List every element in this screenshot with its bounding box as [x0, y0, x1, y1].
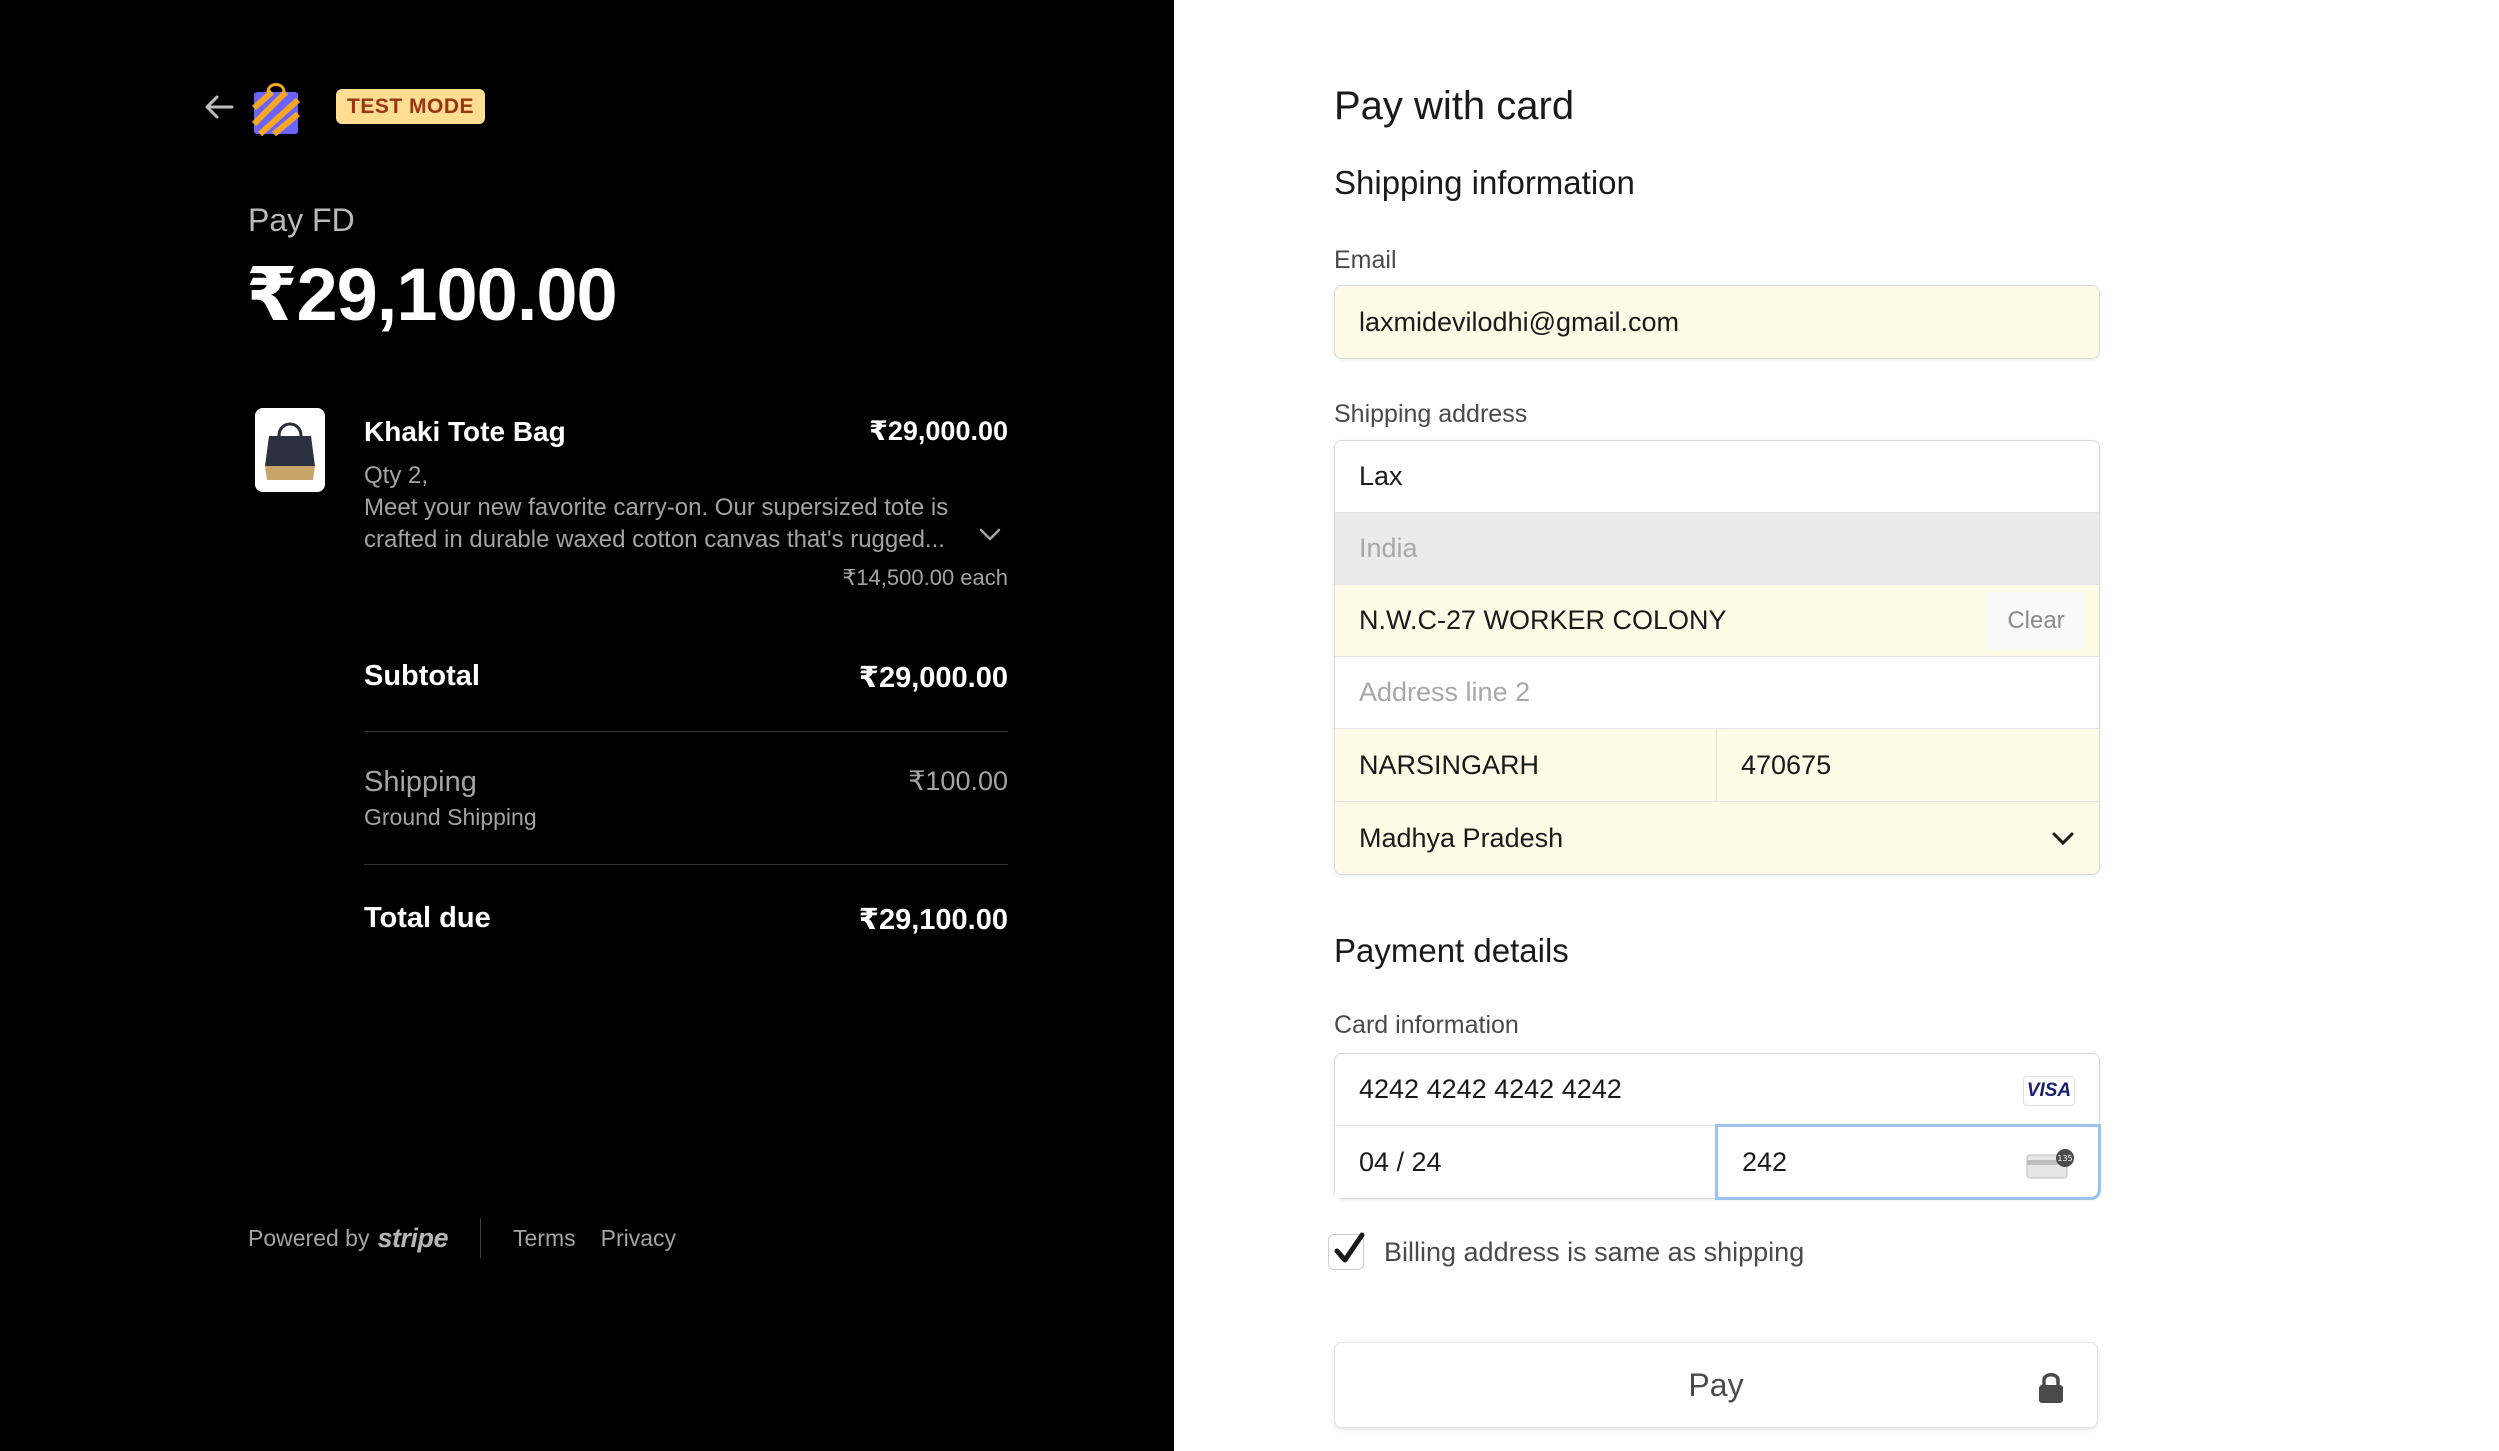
subtotal-value: ₹29,000.00 — [858, 662, 1008, 694]
pin-field[interactable]: 470675 — [1717, 729, 2099, 801]
shipping-label: Shipping — [364, 766, 477, 798]
billing-same-checkbox[interactable] — [1328, 1232, 1365, 1270]
chevron-down-icon[interactable] — [975, 522, 1005, 546]
test-mode-badge: TEST MODE — [336, 89, 486, 124]
lock-icon — [2039, 1373, 2063, 1403]
footer-divider — [480, 1218, 481, 1258]
email-field-wrapper: laxmidevilodhi@gmail.com — [1334, 285, 2100, 359]
email-field[interactable]: laxmidevilodhi@gmail.com — [1335, 286, 2099, 358]
product-quantity: Qty 2, — [364, 462, 429, 489]
shipping-value: ₹100.00 — [908, 766, 1008, 796]
privacy-link[interactable]: Privacy — [601, 1225, 676, 1252]
city-field[interactable]: NARSINGARH — [1335, 729, 1717, 801]
clear-address-button[interactable]: Clear — [1987, 592, 2085, 650]
payment-heading: Payment details — [1334, 932, 1569, 969]
total-amount: ₹29,100.00 — [246, 253, 618, 336]
shipping-method: Ground Shipping — [364, 804, 537, 830]
checkmark-icon — [1334, 1232, 1365, 1263]
pay-button-label: Pay — [1688, 1366, 1744, 1403]
card-info-label: Card information — [1334, 1011, 1519, 1039]
email-label: Email — [1334, 246, 1397, 274]
address-line1-field[interactable]: N.W.C-27 WORKER COLONY Clear — [1335, 585, 2099, 657]
name-field[interactable]: Lax — [1335, 441, 2099, 513]
address-line2-field[interactable]: Address line 2 — [1335, 657, 2099, 729]
cvc-card-icon: 135 — [2026, 1149, 2074, 1179]
shopping-bag-icon — [252, 83, 300, 136]
product-price: ₹29,000.00 — [869, 416, 1008, 446]
country-select[interactable]: India — [1335, 513, 2099, 585]
card-info-group: 4242 4242 4242 4242 VISA 04 / 24 242 135 — [1334, 1053, 2101, 1200]
stripe-logo[interactable]: stripe — [377, 1223, 448, 1254]
product-description: Meet your new favorite carry-on. Our sup… — [364, 494, 949, 553]
billing-same-label: Billing address is same as shipping — [1384, 1237, 1805, 1267]
divider — [364, 731, 1008, 732]
cvc-value: 242 — [1742, 1146, 1788, 1177]
footer: Powered by stripe Terms Privacy — [248, 1218, 701, 1258]
product-name: Khaki Tote Bag — [364, 416, 566, 447]
product-thumbnail — [255, 408, 325, 492]
state-select[interactable]: Madhya Pradesh — [1335, 802, 2099, 874]
shipping-heading: Shipping information — [1334, 164, 1635, 201]
cvc-field[interactable]: 242 135 — [1715, 1124, 2101, 1200]
terms-link[interactable]: Terms — [513, 1225, 576, 1252]
shipping-address-group: Lax India N.W.C-27 WORKER COLONY Clear A… — [1334, 440, 2100, 875]
page-title: Pay with card — [1334, 84, 1575, 128]
pay-button[interactable]: Pay — [1334, 1342, 2098, 1428]
product-unit-price: ₹14,500.00 each — [842, 565, 1008, 590]
card-number-field[interactable]: 4242 4242 4242 4242 VISA — [1335, 1054, 2099, 1126]
card-number-value: 4242 4242 4242 4242 — [1359, 1074, 1622, 1104]
address-line1-value: N.W.C-27 WORKER COLONY — [1359, 605, 1727, 635]
order-summary-panel: TEST MODE Pay FD ₹29,100.00 Khaki Tote B… — [0, 0, 1174, 1451]
state-value: Madhya Pradesh — [1359, 822, 1564, 853]
city-pin-row: NARSINGARH 470675 — [1335, 729, 2099, 802]
merchant-name: Pay FD — [248, 202, 355, 238]
svg-text:135: 135 — [2057, 1154, 2072, 1163]
subtotal-label: Subtotal — [364, 660, 480, 692]
total-label: Total due — [364, 902, 491, 934]
divider — [364, 864, 1008, 865]
total-value: ₹29,100.00 — [858, 904, 1008, 936]
visa-icon: VISA — [2023, 1076, 2075, 1106]
powered-by-label: Powered by — [248, 1224, 370, 1251]
expiry-cvc-row: 04 / 24 242 135 — [1335, 1124, 2101, 1200]
shipping-address-label: Shipping address — [1334, 400, 1528, 428]
back-arrow-icon[interactable] — [202, 92, 236, 122]
chevron-down-icon — [2052, 832, 2074, 846]
expiry-field[interactable]: 04 / 24 — [1335, 1126, 1717, 1198]
